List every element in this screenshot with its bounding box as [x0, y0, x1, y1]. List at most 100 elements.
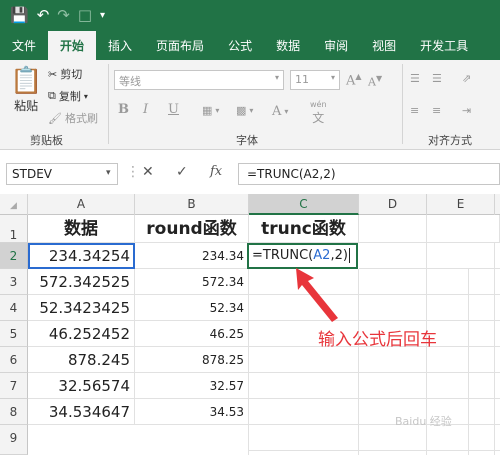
customize-icon[interactable]: ▾ [100, 0, 105, 31]
row-header-1[interactable]: 1 [0, 215, 28, 243]
align-center-button[interactable]: ≡ [432, 104, 441, 117]
tab-page-layout[interactable]: 页面布局 [144, 31, 216, 60]
chevron-down-icon: ▾ [215, 106, 220, 115]
annotation-arrow [296, 268, 338, 322]
cut-label: 剪切 [60, 68, 83, 81]
row-header-4[interactable]: 4 [0, 295, 28, 321]
format-painter-button[interactable]: 🖌 格式刷 [48, 110, 98, 126]
column-headers: ◢ A B C D E [0, 194, 500, 215]
tab-review[interactable]: 审阅 [312, 31, 360, 60]
shrink-label: A [368, 75, 376, 89]
tab-data[interactable]: 数据 [264, 31, 312, 60]
save-icon[interactable]: 💾 [10, 0, 29, 31]
row-header-8[interactable]: 8 [0, 399, 28, 425]
cell-a4[interactable]: 52.3423425 [28, 295, 135, 321]
row-header-9[interactable]: 9 [0, 425, 28, 455]
align-middle-button[interactable]: ☰ [432, 72, 442, 85]
cell-b2[interactable]: 234.34 [135, 243, 249, 269]
cell-b6[interactable]: 878.25 [135, 347, 249, 373]
watermark: Baidu 经验 [395, 415, 452, 428]
tab-developer[interactable]: 开发工具 [408, 31, 480, 60]
cell-b5[interactable]: 46.25 [135, 321, 249, 347]
empty-row-9 [28, 425, 249, 455]
divider [402, 64, 403, 144]
align-left-button[interactable]: ≡ [410, 104, 419, 117]
paste-label: 粘贴 [14, 99, 39, 113]
align-top-button[interactable]: ☰ [410, 72, 420, 85]
clipboard-group-label: 剪贴板 [30, 134, 63, 147]
cell-a8[interactable]: 34.534647 [28, 399, 135, 425]
fill-color-button[interactable]: ▩ ▾ [236, 104, 253, 117]
format-painter-label: 格式刷 [64, 112, 98, 125]
formula-bar: STDEV ▾ ⋮ ✕ ✓ fx =TRUNC(A2,2) [0, 150, 500, 194]
formula-prefix: =TRUNC( [252, 248, 314, 263]
print-preview-icon[interactable]: □ [78, 0, 92, 31]
underline-button[interactable]: U [168, 102, 179, 117]
cancel-icon[interactable]: ✕ [142, 164, 154, 180]
orientation-button[interactable]: ⇗ [462, 72, 471, 85]
font-color-button[interactable]: A ▾ [272, 104, 288, 119]
cell-b4[interactable]: 52.34 [135, 295, 249, 321]
wen-label: wén [310, 100, 327, 109]
column-header-e[interactable]: E [427, 194, 495, 215]
tab-view[interactable]: 视图 [360, 31, 408, 60]
cell-a3[interactable]: 572.342525 [28, 269, 135, 295]
formula-input[interactable]: =TRUNC(A2,2) [238, 163, 500, 185]
row-header-5[interactable]: 5 [0, 321, 28, 347]
cell-b7[interactable]: 32.57 [135, 373, 249, 399]
cell-d1[interactable] [359, 215, 427, 243]
column-header-d[interactable]: D [359, 194, 427, 215]
font-shrink-button[interactable]: A▼ [368, 74, 382, 89]
bold-button[interactable]: B [118, 102, 129, 117]
name-box[interactable]: STDEV [6, 163, 118, 185]
cell-b1[interactable]: round函数 [135, 215, 249, 243]
chevron-down-icon[interactable]: ▾ [84, 92, 88, 101]
column-header-a[interactable]: A [28, 194, 135, 215]
column-header-b[interactable]: B [135, 194, 249, 215]
divider [108, 64, 109, 144]
row-header-2[interactable]: 2 [0, 243, 28, 269]
formula-suffix: ,2) [330, 248, 348, 263]
tab-insert[interactable]: 插入 [96, 31, 144, 60]
chevron-down-icon[interactable]: ▾ [106, 168, 111, 178]
cell-a6[interactable]: 878.245 [28, 347, 135, 373]
font-name-select[interactable]: 等线 ▾ [114, 70, 284, 90]
border-icon: ▦ [202, 104, 213, 117]
indent-button[interactable]: ⇥ [462, 104, 471, 117]
font-size-select[interactable]: 11 ▾ [290, 70, 340, 90]
cut-button[interactable]: ✂ 剪切 [48, 66, 82, 82]
font-group-label: 字体 [236, 134, 258, 147]
cell-c1[interactable]: trunc函数 [249, 215, 359, 243]
row-header-6[interactable]: 6 [0, 347, 28, 373]
select-all-corner[interactable]: ◢ [0, 194, 28, 215]
ribbon-tabs: 文件 开始 插入 页面布局 公式 数据 审阅 视图 开发工具 [0, 31, 500, 60]
borders-button[interactable]: ▦ ▾ [202, 104, 219, 117]
cell-b8[interactable]: 34.53 [135, 399, 249, 425]
row-header-7[interactable]: 7 [0, 373, 28, 399]
cell-e1[interactable] [427, 215, 500, 243]
column-header-c[interactable]: C [249, 194, 359, 215]
tab-formulas[interactable]: 公式 [216, 31, 264, 60]
redo-icon[interactable]: ↷ [57, 0, 70, 31]
enter-icon[interactable]: ✓ [176, 164, 188, 180]
paste-button[interactable]: 📋 粘贴 [10, 66, 42, 114]
cell-a5[interactable]: 46.252452 [28, 321, 135, 347]
align-group-label: 对齐方式 [428, 134, 472, 147]
undo-icon[interactable]: ↶ [37, 0, 50, 31]
italic-button[interactable]: I [143, 102, 148, 117]
phonetic-button[interactable]: wén 文 [310, 100, 327, 126]
font-grow-button[interactable]: A▲ [346, 72, 362, 88]
cell-a7[interactable]: 32.56574 [28, 373, 135, 399]
insert-function-icon[interactable]: fx [210, 164, 222, 179]
row-header-3[interactable]: 3 [0, 269, 28, 295]
tab-home[interactable]: 开始 [48, 31, 97, 60]
copy-icon: ⧉ [48, 89, 56, 102]
font-color-icon: A [272, 104, 282, 119]
cell-a1[interactable]: 数据 [28, 215, 135, 243]
tab-file[interactable]: 文件 [0, 31, 48, 60]
chevron-down-icon: ▾ [284, 107, 289, 116]
copy-button[interactable]: ⧉ 复制 ▾ [48, 88, 88, 104]
copy-label: 复制 [58, 90, 81, 103]
grow-label: A [346, 73, 356, 89]
cell-b3[interactable]: 572.34 [135, 269, 249, 295]
